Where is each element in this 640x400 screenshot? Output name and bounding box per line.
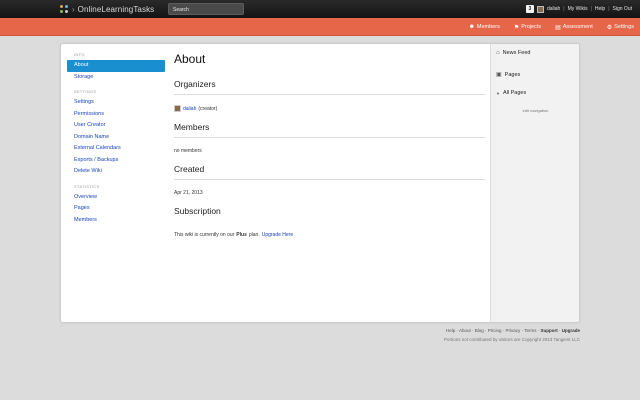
subscription-text: This wiki is currently on our Plus plan.… (174, 232, 294, 238)
triangle-down-icon: ▼ (496, 90, 500, 96)
projects-icon: ⚑ (513, 24, 520, 31)
my-wikis-link[interactable]: My Wikis (568, 6, 588, 12)
sidebar-item-external-calendars[interactable]: External Calendars (67, 143, 165, 155)
sidebar-item-user-creator[interactable]: User Creator (67, 120, 165, 132)
members-text: no members (174, 148, 202, 154)
nav-projects[interactable]: ⚑ Projects (514, 24, 541, 31)
nav-settings[interactable]: ⚙ Settings (607, 24, 634, 31)
created-date: Apr 21, 2013 (174, 190, 203, 196)
main-card: INFO About Storage SETTINGS Settings Per… (60, 43, 580, 323)
members-heading: Members (174, 120, 485, 138)
organizer-avatar[interactable] (174, 105, 181, 112)
sidebar-item-overview[interactable]: Overview (67, 192, 165, 204)
footer-support-link[interactable]: Support (540, 328, 557, 333)
footer-privacy-link[interactable]: Privacy (506, 328, 521, 333)
notifications-badge[interactable]: 3 (525, 5, 534, 13)
footer-about-link[interactable]: About (459, 328, 471, 333)
sign-out-link[interactable]: Sign Out (613, 6, 632, 12)
all-pages-toggle[interactable]: ▼ All Pages (496, 90, 526, 96)
page-title: About (174, 52, 206, 66)
brand[interactable]: › OnlineLearningTasks (60, 3, 154, 15)
nav-assessment[interactable]: ▤ Assessment (555, 24, 593, 31)
home-icon: ⌂ (496, 50, 500, 56)
user-avatar[interactable] (536, 5, 544, 13)
upgrade-link[interactable]: Upgrade Here (262, 232, 293, 238)
footer-terms-link[interactable]: Terms (524, 328, 536, 333)
footer-pricing-link[interactable]: Pricing (488, 328, 502, 333)
pages-link[interactable]: ▣ Pages (496, 71, 520, 79)
footer-help-link[interactable]: Help (446, 328, 455, 333)
user-name-link[interactable]: daliah (547, 6, 560, 12)
sidebar-item-settings[interactable]: Settings (67, 97, 165, 109)
created-heading: Created (174, 162, 485, 180)
top-bar: › OnlineLearningTasks 3 daliah | My Wiki… (0, 0, 640, 18)
sidebar-item-domain-name[interactable]: Domain Name (67, 132, 165, 144)
sidebar-item-about[interactable]: About (67, 60, 165, 72)
organizer-link[interactable]: daliah (183, 106, 196, 112)
nav-members[interactable]: ☻ Members (469, 24, 500, 30)
sidebar-item-delete-wiki[interactable]: Delete Wiki (67, 166, 165, 178)
footer-blog-link[interactable]: Blog (475, 328, 484, 333)
help-link[interactable]: Help (595, 6, 605, 12)
wikispaces-logo-icon (60, 4, 69, 14)
members-icon: ☻ (468, 24, 475, 30)
about-content: About Organizers daliah (creator) Member… (174, 52, 485, 238)
settings-section-heading: SETTINGS (74, 89, 97, 94)
search-input[interactable] (168, 3, 244, 15)
organizer-row: daliah (creator) (174, 105, 485, 112)
info-section-heading: INFO (74, 52, 85, 57)
gear-icon: ⚙ (606, 24, 613, 31)
right-sidebar: ⌂ News Feed ▣ Pages ▼ All Pages edit nav… (490, 44, 579, 322)
statistics-section-heading: STATISTICS (74, 183, 100, 189)
page-icon: ▣ (496, 72, 502, 78)
footer-copyright: Portions not contributed by visitors are… (444, 337, 580, 342)
sidebar-item-storage[interactable]: Storage (67, 72, 165, 84)
footer-links: Help · About · Blog · Pricing · Privacy … (445, 328, 580, 333)
user-box: 3 daliah | My Wikis | Help | Sign Out (525, 3, 632, 15)
plan-name: Plus (236, 232, 247, 238)
sidebar-item-exports-backups[interactable]: Exports / Backups (67, 155, 165, 167)
sidebar-item-permissions[interactable]: Permissions (67, 109, 165, 121)
sidebar-item-members[interactable]: Members (67, 215, 165, 227)
assessment-icon: ▤ (555, 24, 561, 31)
sidebar-item-pages[interactable]: Pages (67, 203, 165, 215)
brand-separator: › (72, 4, 75, 14)
organizer-role: (creator) (198, 105, 218, 112)
subscription-heading: Subscription (174, 206, 221, 216)
organizers-heading: Organizers (174, 77, 485, 95)
footer-upgrade-link[interactable]: Upgrade (562, 328, 580, 333)
edit-navigation-link[interactable]: edit navigation (491, 108, 580, 113)
wiki-nav-bar: ☻ Members ⚑ Projects ▤ Assessment ⚙ Sett… (0, 18, 640, 36)
settings-sidebar: INFO About Storage SETTINGS Settings Per… (67, 52, 165, 226)
news-feed-link[interactable]: ⌂ News Feed (496, 50, 530, 56)
wiki-name-link[interactable]: OnlineLearningTasks (78, 5, 155, 14)
